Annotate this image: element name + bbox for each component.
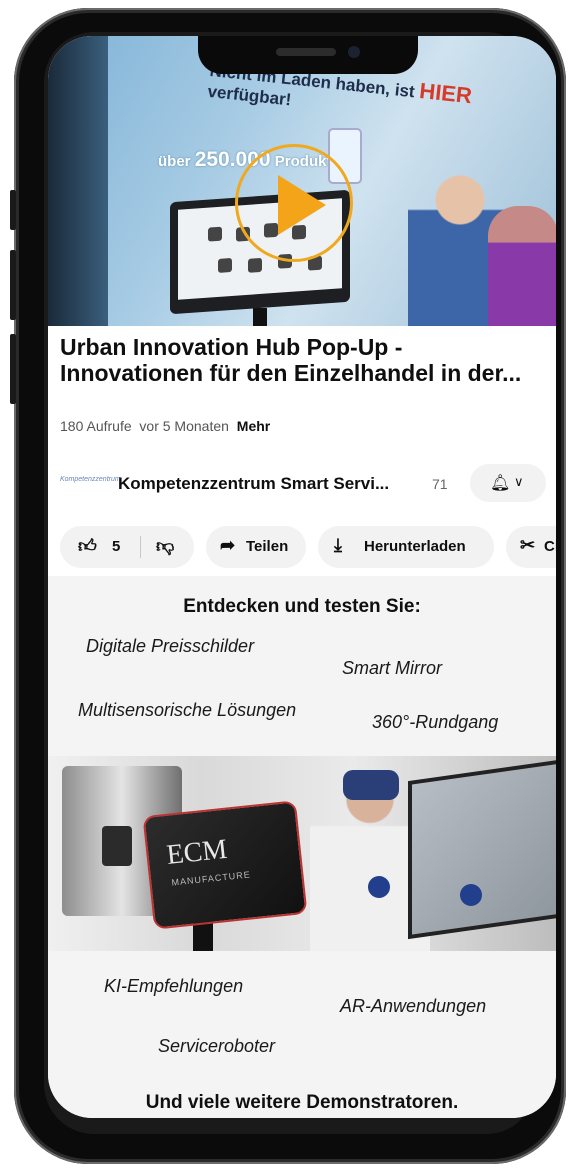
vr-controller-left [368, 876, 390, 898]
promo-section: Entdecken und testen Sie: Digitale Preis… [48, 576, 556, 1118]
digital-sign: ECM MANUFACTURE [142, 800, 308, 930]
vr-headset [343, 770, 399, 800]
virtual-tour-screen [408, 758, 556, 940]
channel-logo[interactable]: Kompetenzzentrum [60, 476, 121, 490]
mute-switch [10, 190, 16, 230]
sign-sub: MANUFACTURE [171, 869, 252, 888]
video-person-2 [488, 206, 556, 326]
share-icon: ➦ [220, 535, 236, 555]
volume-up-button [10, 250, 16, 320]
more-link[interactable]: Mehr [237, 418, 270, 434]
download-icon: ⤓ [334, 535, 342, 555]
feature-multisensory: Multisensorische Lösungen [78, 700, 297, 720]
demonstrator-photo: ECM MANUFACTURE [48, 756, 556, 951]
feature-smart-mirror: Smart Mirror [342, 658, 442, 678]
scissors-icon: ✂︎ [520, 535, 536, 555]
feature-service-robots: Serviceroboter [158, 1036, 276, 1056]
kiosk-stand [253, 308, 267, 326]
share-label: Teilen [246, 538, 289, 555]
promo-heading: Entdecken und testen Sie: [183, 596, 421, 617]
play-icon [278, 175, 326, 235]
channel-name[interactable]: Kompetenzzentrum Smart Servi... [118, 474, 389, 494]
feature-digital-price-tags: Digitale Preisschilder [86, 636, 255, 656]
subscribed-bell-button[interactable]: 🔔︎ ∨ [470, 464, 546, 502]
promo-closing: Und viele weitere Demonstratoren. [145, 1092, 459, 1113]
sign-brand: ECM [165, 833, 229, 871]
volume-down-button [10, 334, 16, 404]
video-title[interactable]: Urban Innovation Hub Pop-Up - Innovation… [60, 334, 550, 386]
thumbs-up-icon[interactable]: 👍︎ [78, 535, 97, 557]
play-button[interactable] [235, 144, 353, 262]
phone-screen: Nicht im Laden haben, ist HIER verfügbar… [48, 36, 556, 1118]
subscriber-count: 71 [432, 476, 448, 492]
feature-360-tour: 360°-Rundgang [372, 712, 499, 732]
like-dislike-pill: 👍︎ 5 👎︎ [60, 526, 194, 568]
download-button[interactable]: ⤓ Herunterladen [318, 526, 494, 568]
channel-row[interactable]: Kompetenzzentrum Kompetenzzentrum Smart … [60, 464, 556, 504]
like-count[interactable]: 5 [112, 538, 120, 555]
feature-ar-applications: AR-Anwendungen [340, 996, 487, 1016]
speaker [276, 48, 336, 56]
like-divider [140, 536, 141, 558]
vr-controller-right [460, 884, 482, 906]
video-background-pillar [48, 36, 108, 326]
clip-button[interactable]: ✂︎ Cl [506, 526, 556, 568]
thumbs-down-icon[interactable]: 👎︎ [156, 535, 174, 557]
products-prefix: über [158, 153, 191, 170]
video-meta: 180 Aufrufe vor 5 Monaten Mehr [60, 418, 270, 434]
upload-age: vor 5 Monaten [139, 418, 229, 434]
download-label: Herunterladen [364, 538, 466, 555]
feature-ai-recommendations: KI-Empfehlungen [104, 976, 244, 996]
view-count: 180 Aufrufe [60, 418, 132, 434]
bell-icon: 🔔︎ [490, 475, 511, 492]
action-bar: 👍︎ 5 👎︎ ➦ Teilen ⤓ Herunterladen ✂︎ Cl [60, 526, 556, 570]
chevron-down-icon: ∨ [514, 474, 524, 489]
clip-label: Cl [544, 538, 556, 555]
video-player[interactable]: Nicht im Laden haben, ist HIER verfügbar… [48, 36, 556, 326]
front-camera [348, 46, 360, 58]
banner-hier: HIER [418, 77, 474, 109]
notch [198, 36, 418, 74]
share-button[interactable]: ➦ Teilen [206, 526, 306, 568]
